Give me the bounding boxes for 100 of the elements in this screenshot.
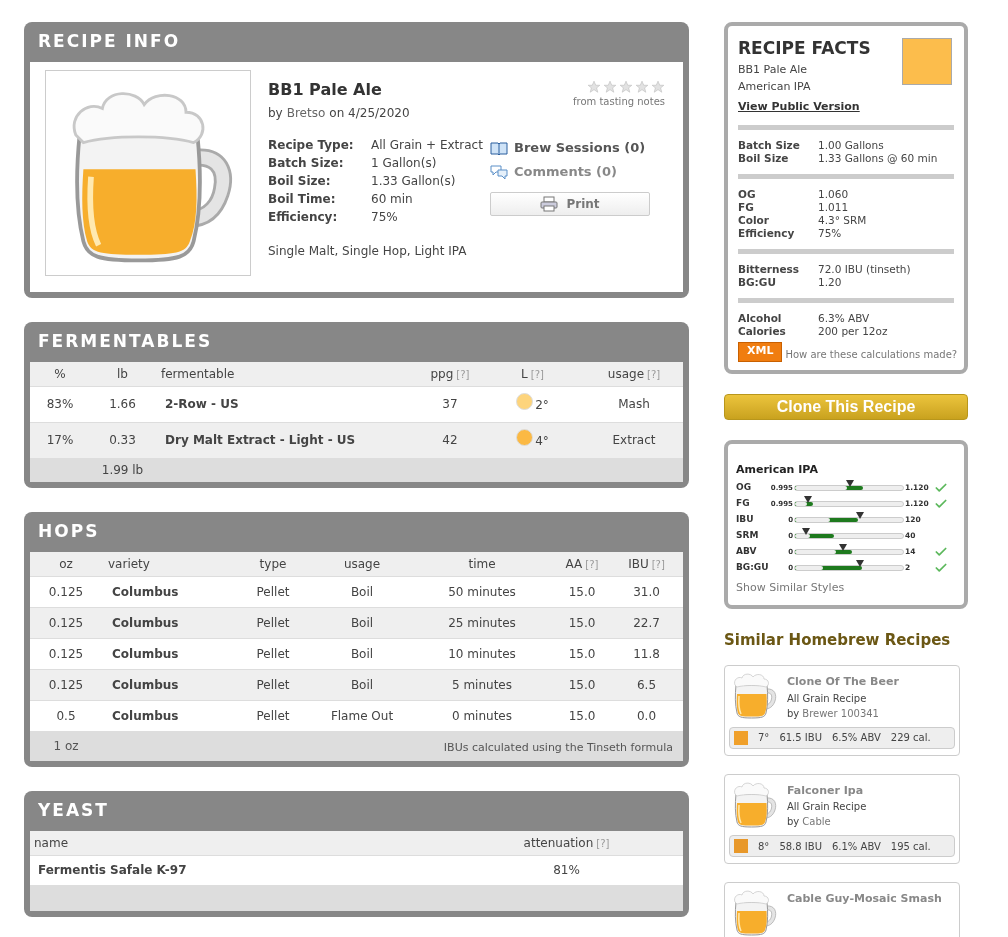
- detail-label: Recipe Type:: [268, 137, 355, 154]
- table-cell: 15.0: [554, 607, 610, 638]
- table-cell: 31.0: [610, 576, 683, 607]
- section-heading: Similar Homebrew Recipes: [724, 629, 952, 651]
- column-header: AA [?]: [554, 552, 610, 576]
- similar-recipe-name: Cable Guy-Mosaic Smash: [787, 891, 942, 907]
- ibu-value: 58.8 IBU: [779, 839, 822, 854]
- table-cell: 42: [420, 422, 480, 458]
- column-header: fermentable: [155, 362, 420, 386]
- fact-label: Bitterness: [738, 262, 801, 276]
- fact-value: 1.060: [818, 187, 849, 201]
- style-name: American IPA: [736, 461, 819, 478]
- stat-label: OG: [736, 481, 753, 495]
- panel-title: FERMENTABLES: [37, 330, 214, 354]
- column-header: usage: [314, 552, 410, 576]
- detail-label: Efficiency:: [268, 209, 339, 226]
- fact-label: OG: [738, 187, 757, 201]
- table-cell: Columbus: [102, 607, 232, 638]
- stat-label: FG: [736, 497, 751, 511]
- table-cell: 0.33: [90, 422, 155, 458]
- table-cell: Boil: [314, 669, 410, 700]
- table-cell: Fermentis Safale K-97: [30, 855, 450, 885]
- column-header: name: [30, 831, 450, 855]
- detail-label: Boil Size:: [268, 173, 332, 190]
- footer-note: IBUs calculated using the Tinseth formula: [443, 741, 673, 755]
- star-icon[interactable]: [651, 80, 665, 94]
- table-cell: 22.7: [610, 607, 683, 638]
- table-cell: 17%: [30, 422, 90, 458]
- recipe-card[interactable]: Clone Of The Beer All Grain Recipe by Brewer 100341 7° 61.5 IBU 6.5% ABV 229 cal.: [724, 665, 960, 756]
- fact-value: 200 per 12oz: [818, 324, 888, 338]
- author-link[interactable]: Brewer 100341: [802, 705, 879, 721]
- table-cell: Columbus: [102, 700, 232, 731]
- stat-label: SRM: [736, 529, 760, 543]
- speech-bubbles-icon: [490, 164, 508, 180]
- column-header: time: [410, 552, 554, 576]
- column-header: type: [232, 552, 314, 576]
- star-icon[interactable]: [603, 80, 617, 94]
- fact-value: 75%: [818, 226, 842, 240]
- panel-title: HOPS: [37, 520, 101, 544]
- fact-label: Alcohol: [738, 311, 783, 325]
- column-header: ppg [?]: [420, 362, 480, 386]
- recipe-card[interactable]: Falconer Ipa All Grain Recipe by Cable 8° 58.8 IBU 6.1% ABV 195 cal.: [724, 773, 960, 864]
- table-cell: 50 minutes: [410, 576, 554, 607]
- table-cell: 0.125: [30, 638, 102, 669]
- abv-value: 6.1% ABV: [831, 839, 881, 854]
- fact-value: 1.20: [818, 275, 842, 289]
- fact-value: 1.00 Gallons: [818, 138, 884, 152]
- fact-value: 4.3° SRM: [818, 213, 867, 227]
- table-cell: 25 minutes: [410, 607, 554, 638]
- star-icon[interactable]: [587, 80, 601, 94]
- table-cell: 81%: [450, 855, 683, 885]
- calories-value: 195 cal.: [890, 839, 931, 854]
- table-cell: 0.125: [30, 669, 102, 700]
- star-icon[interactable]: [635, 80, 649, 94]
- print-button[interactable]: Print: [490, 192, 650, 216]
- table-cell: Columbus: [102, 669, 232, 700]
- table-cell: 6.5: [610, 669, 683, 700]
- table-cell: Pellet: [232, 638, 314, 669]
- abv-value: 6.5% ABV: [831, 731, 881, 745]
- table-cell: Columbus: [102, 638, 232, 669]
- column-header: lb: [90, 362, 155, 386]
- fact-label: BG:GU: [738, 275, 777, 289]
- section-link[interactable]: Brew Sessions (0): [490, 136, 668, 160]
- public-version-link[interactable]: View Public Version: [738, 99, 871, 116]
- table-cell: 5 minutes: [410, 669, 554, 700]
- recipe-type: All Grain Recipe: [787, 800, 867, 814]
- detail-label: Batch Size:: [268, 155, 345, 172]
- fact-label: Efficiency: [738, 226, 796, 240]
- facts-title: RECIPE FACTS: [738, 38, 871, 58]
- column-header: variety: [102, 552, 232, 576]
- table-cell: Dry Malt Extract - Light - US: [155, 422, 420, 458]
- column-header: attenuation [?]: [450, 831, 683, 855]
- calories-value: 229 cal.: [890, 731, 931, 745]
- table-cell: 10 minutes: [410, 638, 554, 669]
- similar-styles-link[interactable]: Show Similar Styles: [736, 580, 956, 597]
- panel-title: YEAST: [37, 799, 110, 823]
- column-header: usage [?]: [585, 362, 683, 386]
- table-cell: 83%: [30, 386, 90, 422]
- table-cell: 37: [420, 386, 480, 422]
- author-link[interactable]: Bretso: [286, 104, 326, 122]
- lovibond-value: 2°: [535, 396, 549, 414]
- author-link[interactable]: Cable: [802, 814, 831, 829]
- column-header: oz: [30, 552, 102, 576]
- star-icon[interactable]: [619, 80, 633, 94]
- table-cell: 2-Row - US: [155, 386, 420, 422]
- table-cell: 0 minutes: [410, 700, 554, 731]
- detail-value: 75%: [371, 209, 398, 226]
- srm-value: 7°: [758, 731, 770, 745]
- xml-button[interactable]: XML: [738, 341, 783, 362]
- printer-icon: [540, 196, 559, 212]
- table-cell: 0.125: [30, 607, 102, 638]
- fact-label: Batch Size: [738, 138, 801, 152]
- section-link[interactable]: Comments (0): [490, 160, 668, 184]
- table-cell: Pellet: [232, 669, 314, 700]
- recipe-tags: Single Malt, Single Hop, Light IPA: [268, 242, 675, 260]
- calculations-link[interactable]: How are these calculations made?: [785, 346, 958, 362]
- recipe-card[interactable]: Cable Guy-Mosaic Smash: [724, 882, 960, 937]
- table-cell: Extract: [585, 422, 683, 458]
- table-cell: 1.66: [90, 386, 155, 422]
- book-icon: [490, 141, 508, 155]
